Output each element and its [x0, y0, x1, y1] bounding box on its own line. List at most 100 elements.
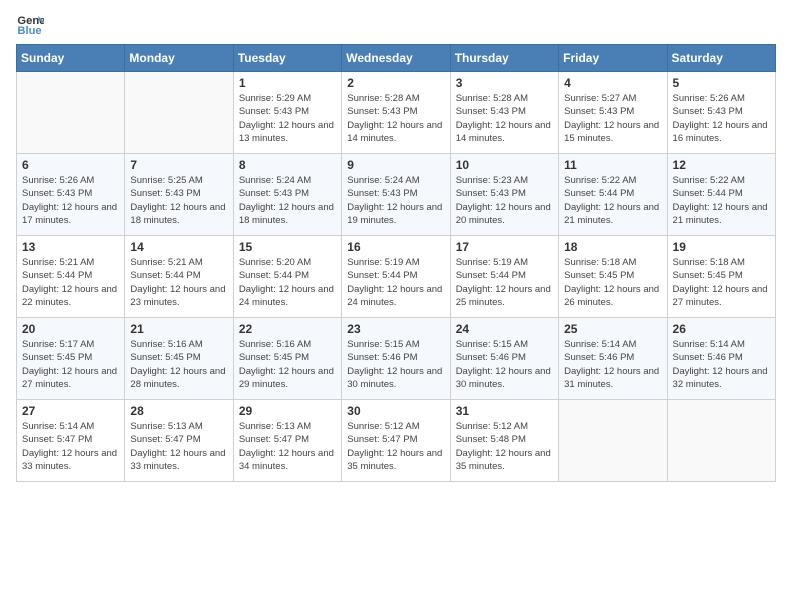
- day-number: 20: [22, 322, 119, 336]
- day-number: 4: [564, 76, 661, 90]
- day-number: 26: [673, 322, 770, 336]
- calendar-cell: 6 Sunrise: 5:26 AM Sunset: 5:43 PM Daylig…: [17, 154, 125, 236]
- calendar-cell: 5 Sunrise: 5:26 AM Sunset: 5:43 PM Daylig…: [667, 72, 775, 154]
- day-info: Sunrise: 5:21 AM Sunset: 5:44 PM Dayligh…: [22, 256, 119, 309]
- day-number: 17: [456, 240, 553, 254]
- calendar-cell: 28 Sunrise: 5:13 AM Sunset: 5:47 PM Dayli…: [125, 400, 233, 482]
- calendar-cell: 31 Sunrise: 5:12 AM Sunset: 5:48 PM Dayli…: [450, 400, 558, 482]
- day-number: 3: [456, 76, 553, 90]
- calendar-cell: 15Sunrise: 5:20 AM Sunset: 5:44 PM Dayli…: [233, 236, 341, 318]
- day-info: Sunrise: 5:22 AM Sunset: 5:44 PM Dayligh…: [673, 174, 770, 227]
- day-info: Sunrise: 5:14 AM Sunset: 5:46 PM Dayligh…: [673, 338, 770, 391]
- calendar-cell: 4 Sunrise: 5:27 AM Sunset: 5:43 PM Daylig…: [559, 72, 667, 154]
- day-info: Sunrise: 5:27 AM Sunset: 5:43 PM Dayligh…: [564, 92, 661, 145]
- day-number: 1: [239, 76, 336, 90]
- page-header: General Blue: [16, 10, 776, 38]
- calendar-cell: 18 Sunrise: 5:18 AM Sunset: 5:45 PM Dayli…: [559, 236, 667, 318]
- logo: General Blue: [16, 10, 48, 38]
- calendar-cell: 11 Sunrise: 5:22 AM Sunset: 5:44 PM Dayli…: [559, 154, 667, 236]
- day-number: 14: [130, 240, 227, 254]
- week-row-2: 6 Sunrise: 5:26 AM Sunset: 5:43 PM Daylig…: [17, 154, 776, 236]
- day-number: 8: [239, 158, 336, 172]
- calendar-cell: 27Sunrise: 5:14 AM Sunset: 5:47 PM Dayli…: [17, 400, 125, 482]
- day-number: 2: [347, 76, 444, 90]
- calendar-cell: 21Sunrise: 5:16 AM Sunset: 5:45 PM Dayli…: [125, 318, 233, 400]
- calendar-table: SundayMondayTuesdayWednesdayThursdayFrid…: [16, 44, 776, 482]
- calendar-cell: 10 Sunrise: 5:23 AM Sunset: 5:43 PM Dayli…: [450, 154, 558, 236]
- day-number: 9: [347, 158, 444, 172]
- weekday-header-saturday: Saturday: [667, 45, 775, 72]
- calendar-cell: 9 Sunrise: 5:24 AM Sunset: 5:43 PM Daylig…: [342, 154, 450, 236]
- week-row-3: 13 Sunrise: 5:21 AM Sunset: 5:44 PM Dayli…: [17, 236, 776, 318]
- day-info: Sunrise: 5:13 AM Sunset: 5:47 PM Dayligh…: [239, 420, 336, 473]
- day-number: 6: [22, 158, 119, 172]
- day-info: Sunrise: 5:26 AM Sunset: 5:43 PM Dayligh…: [22, 174, 119, 227]
- weekday-header-friday: Friday: [559, 45, 667, 72]
- calendar-cell: [667, 400, 775, 482]
- calendar-cell: 12 Sunrise: 5:22 AM Sunset: 5:44 PM Dayli…: [667, 154, 775, 236]
- calendar-cell: 29 Sunrise: 5:13 AM Sunset: 5:47 PM Dayli…: [233, 400, 341, 482]
- calendar-cell: 13 Sunrise: 5:21 AM Sunset: 5:44 PM Dayli…: [17, 236, 125, 318]
- day-info: Sunrise: 5:24 AM Sunset: 5:43 PM Dayligh…: [347, 174, 444, 227]
- day-number: 16: [347, 240, 444, 254]
- day-info: Sunrise: 5:17 AM Sunset: 5:45 PM Dayligh…: [22, 338, 119, 391]
- day-info: Sunrise: 5:16 AM Sunset: 5:45 PM Dayligh…: [239, 338, 336, 391]
- day-info: Sunrise: 5:18 AM Sunset: 5:45 PM Dayligh…: [673, 256, 770, 309]
- calendar-cell: 26 Sunrise: 5:14 AM Sunset: 5:46 PM Dayli…: [667, 318, 775, 400]
- calendar-cell: 1Sunrise: 5:29 AM Sunset: 5:43 PM Daylig…: [233, 72, 341, 154]
- calendar-cell: 2 Sunrise: 5:28 AM Sunset: 5:43 PM Daylig…: [342, 72, 450, 154]
- calendar-cell: 20 Sunrise: 5:17 AM Sunset: 5:45 PM Dayli…: [17, 318, 125, 400]
- day-info: Sunrise: 5:22 AM Sunset: 5:44 PM Dayligh…: [564, 174, 661, 227]
- day-number: 30: [347, 404, 444, 418]
- weekday-header-wednesday: Wednesday: [342, 45, 450, 72]
- day-number: 13: [22, 240, 119, 254]
- calendar-cell: 17 Sunrise: 5:19 AM Sunset: 5:44 PM Dayli…: [450, 236, 558, 318]
- day-number: 10: [456, 158, 553, 172]
- calendar-cell: 16 Sunrise: 5:19 AM Sunset: 5:44 PM Dayli…: [342, 236, 450, 318]
- day-number: 24: [456, 322, 553, 336]
- weekday-header-tuesday: Tuesday: [233, 45, 341, 72]
- day-number: 28: [130, 404, 227, 418]
- day-number: 11: [564, 158, 661, 172]
- calendar-cell: 7 Sunrise: 5:25 AM Sunset: 5:43 PM Daylig…: [125, 154, 233, 236]
- svg-text:Blue: Blue: [17, 25, 41, 37]
- day-info: Sunrise: 5:19 AM Sunset: 5:44 PM Dayligh…: [456, 256, 553, 309]
- day-info: Sunrise: 5:21 AM Sunset: 5:44 PM Dayligh…: [130, 256, 227, 309]
- day-info: Sunrise: 5:28 AM Sunset: 5:43 PM Dayligh…: [347, 92, 444, 145]
- day-number: 7: [130, 158, 227, 172]
- day-info: Sunrise: 5:24 AM Sunset: 5:43 PM Dayligh…: [239, 174, 336, 227]
- calendar-cell: [125, 72, 233, 154]
- calendar-cell: 19 Sunrise: 5:18 AM Sunset: 5:45 PM Dayli…: [667, 236, 775, 318]
- week-row-5: 27Sunrise: 5:14 AM Sunset: 5:47 PM Dayli…: [17, 400, 776, 482]
- calendar-cell: [559, 400, 667, 482]
- day-info: Sunrise: 5:28 AM Sunset: 5:43 PM Dayligh…: [456, 92, 553, 145]
- day-info: Sunrise: 5:19 AM Sunset: 5:44 PM Dayligh…: [347, 256, 444, 309]
- day-number: 31: [456, 404, 553, 418]
- calendar-cell: 30 Sunrise: 5:12 AM Sunset: 5:47 PM Dayli…: [342, 400, 450, 482]
- week-row-1: 1Sunrise: 5:29 AM Sunset: 5:43 PM Daylig…: [17, 72, 776, 154]
- logo-icon: General Blue: [16, 10, 44, 38]
- day-number: 12: [673, 158, 770, 172]
- day-number: 29: [239, 404, 336, 418]
- day-info: Sunrise: 5:25 AM Sunset: 5:43 PM Dayligh…: [130, 174, 227, 227]
- day-number: 23: [347, 322, 444, 336]
- calendar-cell: 8 Sunrise: 5:24 AM Sunset: 5:43 PM Daylig…: [233, 154, 341, 236]
- day-info: Sunrise: 5:13 AM Sunset: 5:47 PM Dayligh…: [130, 420, 227, 473]
- day-info: Sunrise: 5:18 AM Sunset: 5:45 PM Dayligh…: [564, 256, 661, 309]
- day-number: 25: [564, 322, 661, 336]
- week-row-4: 20 Sunrise: 5:17 AM Sunset: 5:45 PM Dayli…: [17, 318, 776, 400]
- day-number: 18: [564, 240, 661, 254]
- calendar-cell: 23Sunrise: 5:15 AM Sunset: 5:46 PM Dayli…: [342, 318, 450, 400]
- day-info: Sunrise: 5:12 AM Sunset: 5:48 PM Dayligh…: [456, 420, 553, 473]
- day-info: Sunrise: 5:23 AM Sunset: 5:43 PM Dayligh…: [456, 174, 553, 227]
- day-info: Sunrise: 5:12 AM Sunset: 5:47 PM Dayligh…: [347, 420, 444, 473]
- calendar-cell: [17, 72, 125, 154]
- calendar-cell: 24Sunrise: 5:15 AM Sunset: 5:46 PM Dayli…: [450, 318, 558, 400]
- calendar-cell: 25Sunrise: 5:14 AM Sunset: 5:46 PM Dayli…: [559, 318, 667, 400]
- calendar-cell: 3 Sunrise: 5:28 AM Sunset: 5:43 PM Daylig…: [450, 72, 558, 154]
- calendar-cell: 22Sunrise: 5:16 AM Sunset: 5:45 PM Dayli…: [233, 318, 341, 400]
- day-number: 19: [673, 240, 770, 254]
- calendar-cell: 14 Sunrise: 5:21 AM Sunset: 5:44 PM Dayli…: [125, 236, 233, 318]
- day-number: 5: [673, 76, 770, 90]
- day-info: Sunrise: 5:26 AM Sunset: 5:43 PM Dayligh…: [673, 92, 770, 145]
